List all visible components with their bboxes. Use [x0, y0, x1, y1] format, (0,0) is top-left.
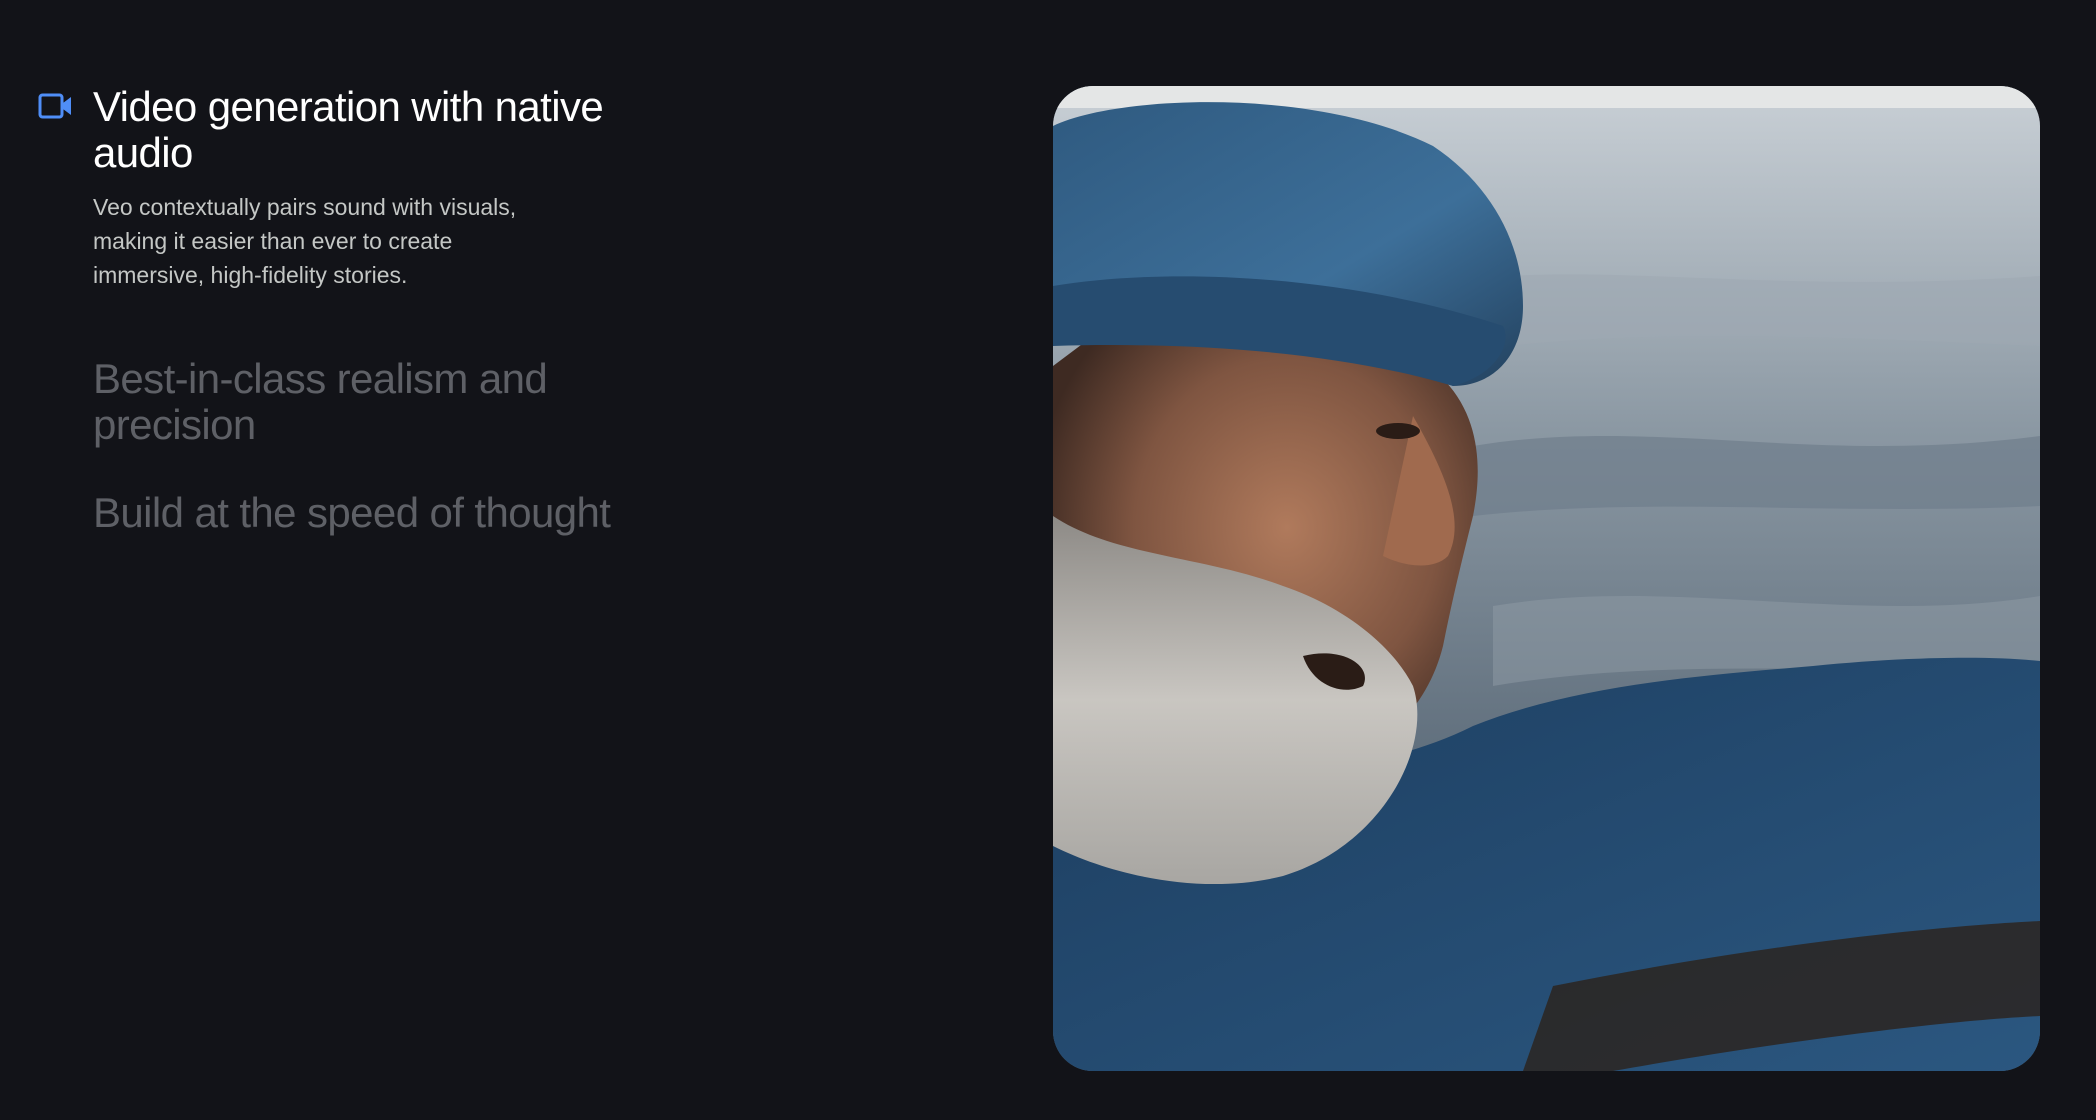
video-camera-icon [38, 92, 74, 120]
feature-item-video-generation[interactable]: Video generation with native audio Veo c… [38, 84, 678, 292]
feature-list: Video generation with native audio Veo c… [38, 84, 678, 536]
feature-title[interactable]: Build at the speed of thought [93, 490, 678, 536]
feature-video-preview[interactable] [1053, 86, 2040, 1071]
page: Video generation with native audio Veo c… [0, 0, 2096, 1120]
feature-item-speed[interactable]: Build at the speed of thought [38, 490, 678, 536]
video-frame-illustration [1053, 86, 2040, 1071]
feature-item-realism[interactable]: Best-in-class realism and precision [38, 356, 678, 448]
feature-description: Veo contextually pairs sound with visual… [93, 194, 517, 288]
feature-title: Video generation with native audio [93, 83, 604, 176]
feature-title[interactable]: Best-in-class realism and precision [93, 356, 678, 448]
